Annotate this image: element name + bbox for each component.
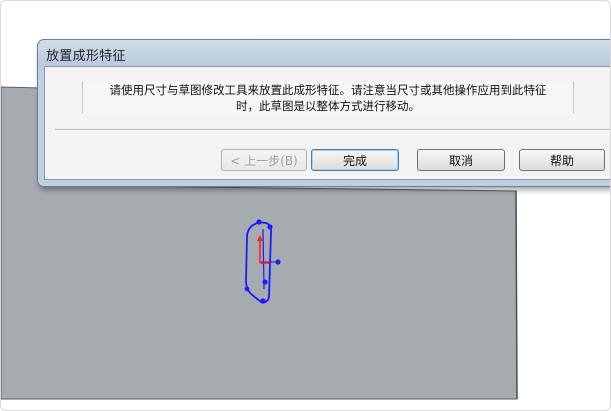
- part-edge: [515, 190, 518, 400]
- finish-button[interactable]: 完成: [311, 149, 399, 171]
- message-line-2: 时，此草图是以整体方式进行移动。: [236, 99, 420, 113]
- dialog-client-area: 请使用尺寸与草图修改工具来放置此成形特征。请注意当尺寸或其他操作应用到此特征 时…: [44, 66, 610, 180]
- help-button[interactable]: 帮助: [519, 149, 605, 171]
- place-form-feature-dialog: 放置成形特征 请使用尺寸与草图修改工具来放置此成形特征。请注意当尺寸或其他操作应…: [37, 39, 610, 187]
- back-button[interactable]: < 上一步(B): [221, 149, 307, 171]
- dialog-title: 放置成形特征: [46, 49, 126, 64]
- instruction-message: 请使用尺寸与草图修改工具来放置此成形特征。请注意当尺寸或其他操作应用到此特征 时…: [82, 81, 574, 113]
- screenshot-frame: 放置成形特征 请使用尺寸与草图修改工具来放置此成形特征。请注意当尺寸或其他操作应…: [0, 0, 611, 411]
- dialog-titlebar[interactable]: 放置成形特征: [38, 40, 610, 66]
- cancel-button[interactable]: 取消: [417, 149, 505, 171]
- separator: [55, 129, 610, 131]
- message-line-1: 请使用尺寸与草图修改工具来放置此成形特征。请注意当尺寸或其他操作应用到此特征: [109, 83, 547, 97]
